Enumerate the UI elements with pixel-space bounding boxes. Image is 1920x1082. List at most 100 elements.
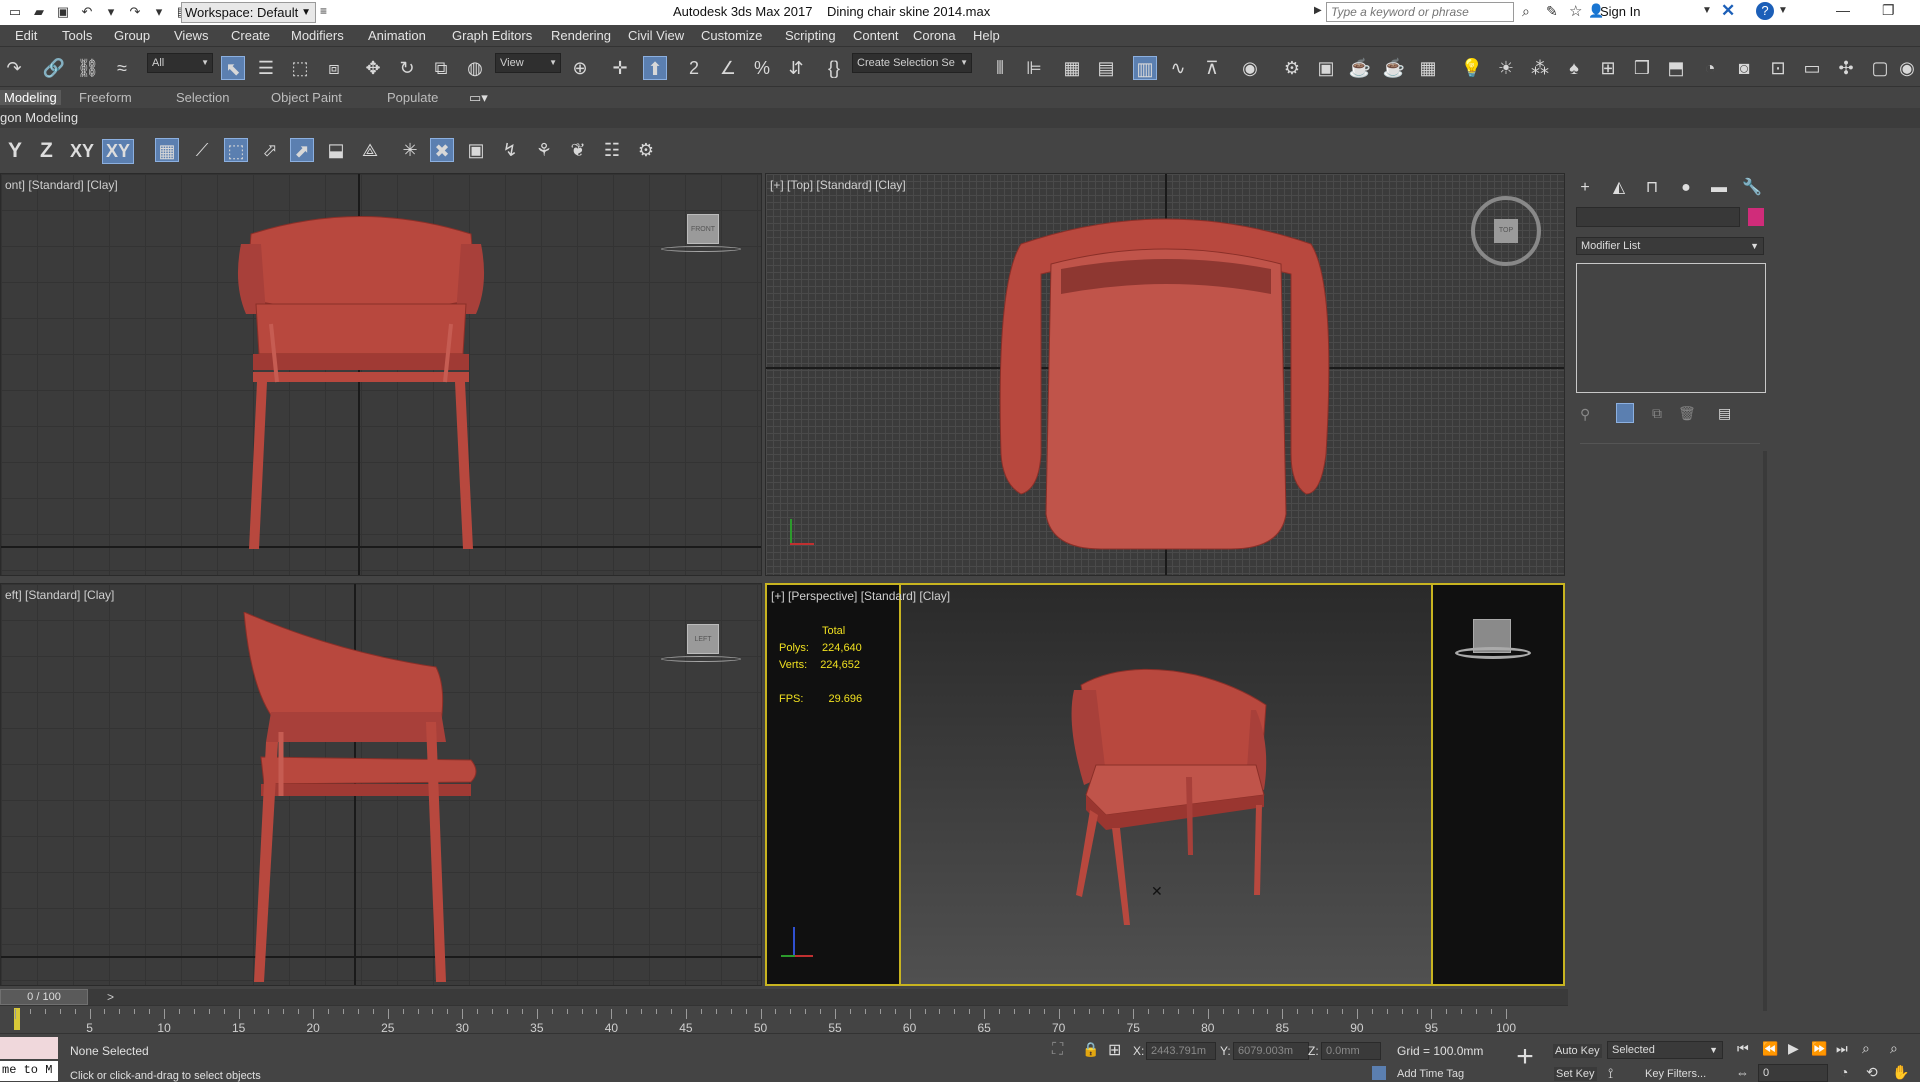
go-to-start-icon[interactable]: ⏮ — [1737, 1041, 1749, 1057]
menu-modifiers[interactable]: Modifiers — [291, 28, 344, 43]
set-key-plus-icon[interactable]: + — [1510, 1040, 1540, 1074]
reference-coordinate-dropdown[interactable]: View ▼ — [495, 53, 561, 73]
object-name-field[interactable] — [1576, 207, 1740, 227]
mirror-icon[interactable]: ⫴ — [988, 56, 1012, 80]
snap-options-icon[interactable]: ✳ — [398, 138, 422, 162]
tab-populate[interactable]: Populate — [387, 90, 438, 105]
snap-face-icon[interactable]: ⬈ — [290, 138, 314, 162]
show-end-result-icon[interactable] — [1616, 403, 1634, 423]
pin-stack-icon[interactable]: ⚲ — [1580, 406, 1590, 423]
viewcube[interactable]: FRONT — [687, 214, 719, 244]
constraint-xy-button[interactable]: XY — [70, 141, 94, 162]
sun-icon[interactable]: ☀ — [1494, 56, 1518, 80]
make-unique-icon[interactable]: ⧉ — [1652, 405, 1662, 422]
unlink-icon[interactable]: ⛓ — [76, 56, 100, 80]
search-input[interactable] — [1326, 2, 1514, 22]
snap-midpoint-icon[interactable]: ⬓ — [324, 138, 348, 162]
viewport-top[interactable]: [+] [Top] [Standard] [Clay] TOP — [765, 173, 1565, 576]
menu-customize[interactable]: Customize — [701, 28, 762, 43]
tab-object-paint[interactable]: Object Paint — [271, 90, 342, 105]
vfb-icon[interactable]: ⊞ — [1596, 56, 1620, 80]
selection-lock-icon[interactable]: 🔒 — [1082, 1041, 1099, 1058]
rotate-icon[interactable]: ↻ — [395, 56, 419, 80]
restore-icon[interactable]: ❐ — [1882, 2, 1895, 19]
select-by-name-icon[interactable]: ☰ — [254, 56, 278, 80]
add-time-tag-icon[interactable] — [1372, 1066, 1386, 1080]
workspace-selector[interactable]: Workspace: Default ▼ — [181, 2, 316, 23]
snap-endpoint-icon[interactable]: ⟁ — [358, 138, 382, 162]
rectangular-selection-icon[interactable]: ⬚ — [288, 56, 312, 80]
selection-filter-dropdown[interactable]: All ▼ — [147, 53, 213, 73]
isolate-selection-icon[interactable]: ⛶ — [1052, 1041, 1063, 1059]
undo-dropdown-icon[interactable]: ▾ — [102, 3, 120, 21]
snap-vertex-icon[interactable]: ⬚ — [224, 138, 248, 162]
schematic-view-icon[interactable]: ⊼ — [1200, 56, 1224, 80]
viewport-front[interactable]: ont] [Standard] [Clay] FRONT — [0, 173, 762, 576]
ribbon-options-icon[interactable]: ▭▾ — [469, 90, 488, 106]
new-file-icon[interactable]: ▭ — [6, 3, 24, 21]
remove-modifier-icon[interactable]: 🗑 — [1678, 405, 1696, 422]
tree-icon[interactable]: ❦ — [566, 138, 590, 162]
time-slider-handle[interactable]: 0 / 100 — [0, 989, 88, 1005]
tools-icon[interactable]: ✣ — [1834, 56, 1858, 80]
next-frame-arrow-icon[interactable]: > — [107, 990, 114, 1004]
save-file-icon[interactable]: ▣ — [54, 3, 72, 21]
tab-modeling[interactable]: Modeling — [0, 90, 61, 105]
set-key-button[interactable]: Set Key — [1554, 1067, 1597, 1081]
menu-rendering[interactable]: Rendering — [551, 28, 611, 43]
search-expand-icon[interactable]: ▶ — [1314, 5, 1322, 16]
viewport-label[interactable]: [+] [Top] [Standard] [Clay] — [770, 178, 906, 192]
spinner-snap-icon[interactable]: ⇵ — [784, 56, 808, 80]
named-selection-set-dropdown[interactable]: Create Selection Se ▼ — [852, 53, 972, 73]
key-mode-toggle-icon[interactable]: ⇔ — [1736, 1065, 1749, 1080]
help-dropdown-icon[interactable]: ▼ — [1778, 5, 1788, 16]
help-icon[interactable]: ? — [1756, 2, 1774, 20]
snap-grid-icon[interactable]: ▦ — [155, 138, 179, 162]
converter-icon[interactable]: ⬒ — [1664, 56, 1688, 80]
redo-icon[interactable]: ↷ — [2, 56, 26, 80]
viewport-perspective[interactable]: ✕ [+] [Perspective] [Standard] [Clay] To… — [765, 583, 1565, 986]
pan-hand-icon[interactable]: ✋ — [1892, 1064, 1909, 1081]
render-frame-icon[interactable]: ▣ — [464, 138, 488, 162]
render-icon[interactable]: ☕ — [1348, 56, 1372, 80]
material-editor-icon[interactable]: ◉ — [1238, 56, 1262, 80]
undo-icon[interactable]: ↶ — [78, 3, 96, 21]
menu-scripting[interactable]: Scripting — [785, 28, 836, 43]
absolute-mode-icon[interactable]: ⊞ — [1108, 1040, 1121, 1060]
place-icon[interactable]: ◍ — [463, 56, 487, 80]
zoom-icon[interactable]: ⌕ — [1862, 1040, 1870, 1057]
display-tab-icon[interactable]: ▬ — [1708, 177, 1730, 199]
modifier-list-dropdown[interactable]: Modifier List ▼ — [1576, 237, 1764, 255]
tab-selection[interactable]: Selection — [176, 90, 229, 105]
eye-icon[interactable]: ◉ — [1895, 56, 1919, 80]
viewport-left[interactable]: eft] [Standard] [Clay] LEFT — [0, 583, 762, 986]
rendered-frame-icon[interactable]: ▣ — [1314, 56, 1338, 80]
render-iterative-icon[interactable]: ☕ — [1382, 56, 1406, 80]
proxy-icon[interactable]: ♠ — [1562, 56, 1586, 80]
curve-icon[interactable]: ↯ — [498, 138, 522, 162]
settings-icon[interactable]: ⚙ — [634, 138, 658, 162]
menu-corona[interactable]: Corona — [913, 28, 956, 43]
motion-tab-icon[interactable]: ● — [1675, 177, 1697, 199]
previous-frame-icon[interactable]: ⏪ — [1762, 1041, 1778, 1057]
z-coordinate-field[interactable]: 0.0mm — [1321, 1042, 1381, 1060]
constraint-y-button[interactable]: Y — [8, 139, 22, 163]
y-coordinate-field[interactable]: 6079.003m — [1233, 1042, 1309, 1060]
camera-icon[interactable]: ◔ — [1698, 56, 1722, 80]
panel-scrollbar[interactable] — [1763, 451, 1767, 1011]
workspace-menu-icon[interactable]: ≡ — [320, 4, 327, 18]
xray-icon[interactable]: ✖ — [430, 138, 454, 162]
go-to-end-icon[interactable]: ⏭ — [1836, 1041, 1848, 1057]
menu-group[interactable]: Group — [114, 28, 150, 43]
orbit-icon[interactable]: ⟲ — [1866, 1064, 1878, 1081]
maxscript-listener[interactable]: me to M — [0, 1061, 58, 1081]
exchange-apps-icon[interactable]: ✕ — [1721, 1, 1735, 21]
layer-stack-icon[interactable]: ☷ — [600, 138, 624, 162]
select-manipulate-icon[interactable]: ✛ — [608, 56, 632, 80]
view-icon[interactable]: ▢ — [1868, 56, 1892, 80]
add-time-tag-button[interactable]: Add Time Tag — [1397, 1068, 1464, 1080]
favorites-star-icon[interactable]: ☆ — [1569, 2, 1582, 20]
maxscript-listener-top[interactable] — [0, 1037, 58, 1059]
snap-edge-icon[interactable]: ⬀ — [258, 138, 282, 162]
interactive-render-icon[interactable]: ◙ — [1732, 56, 1756, 80]
